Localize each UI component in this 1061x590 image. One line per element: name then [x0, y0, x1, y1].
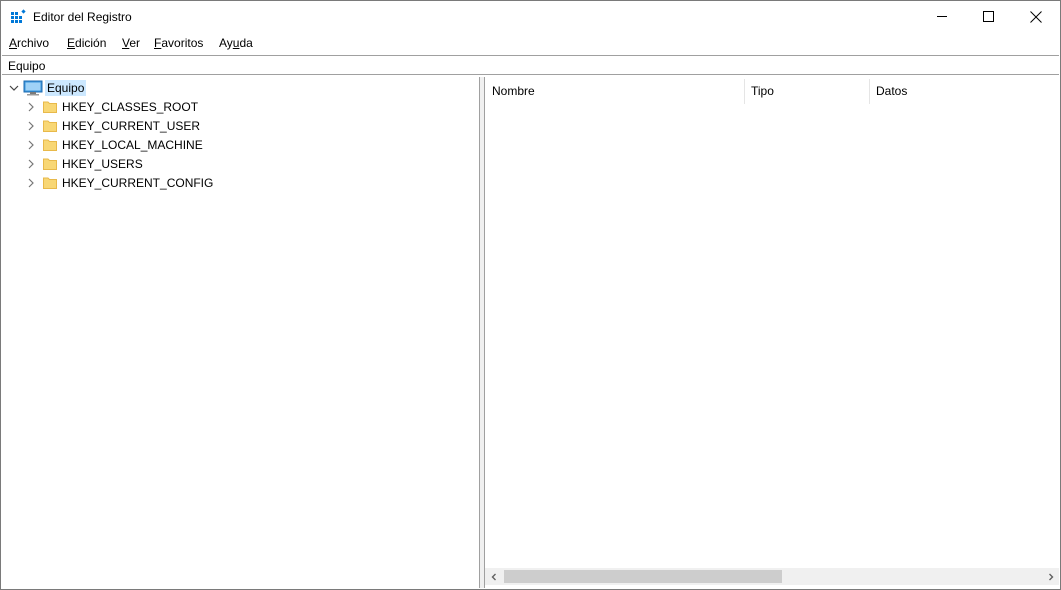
chevron-right-icon[interactable]: [25, 139, 37, 151]
menu-favoritos[interactable]: Favoritos: [154, 36, 203, 50]
minimize-button[interactable]: [919, 1, 965, 32]
menu-edicion-mnemonic: E: [67, 36, 76, 50]
column-header-label: Nombre: [492, 84, 535, 98]
minimize-icon: [936, 16, 947, 17]
menu-edicion[interactable]: Edición: [67, 36, 106, 50]
column-header-datos[interactable]: Datos: [876, 77, 1056, 105]
horizontal-scrollbar[interactable]: [485, 568, 1059, 585]
tree-item-hkey-local-machine[interactable]: HKEY_LOCAL_MACHINE: [25, 135, 203, 154]
menu-ver[interactable]: Ver: [122, 36, 140, 50]
column-divider[interactable]: [744, 79, 745, 104]
close-button[interactable]: [1013, 1, 1059, 32]
values-list-pane[interactable]: Nombre Tipo Datos: [484, 77, 1059, 588]
address-path: Equipo: [8, 59, 46, 73]
column-divider[interactable]: [869, 79, 870, 104]
menu-ayuda-rest: da: [239, 36, 253, 50]
registry-editor-app-icon: [11, 9, 26, 23]
tree-item-hkey-current-config[interactable]: HKEY_CURRENT_CONFIG: [25, 173, 213, 192]
column-header-tipo[interactable]: Tipo: [751, 77, 866, 105]
menu-archivo[interactable]: Archivo: [9, 36, 49, 50]
folder-icon: [43, 101, 57, 113]
folder-icon: [43, 177, 57, 189]
close-icon: [1030, 10, 1042, 23]
tree-item-label: HKEY_USERS: [62, 156, 143, 171]
column-header-label: Datos: [876, 84, 908, 98]
address-bar[interactable]: Equipo: [2, 55, 1059, 75]
tree-item-hkey-current-user[interactable]: HKEY_CURRENT_USER: [25, 116, 200, 135]
chevron-right-icon[interactable]: [25, 101, 37, 113]
chevron-right-icon[interactable]: [25, 158, 37, 170]
menu-ver-rest: er: [129, 36, 141, 50]
menu-ayuda[interactable]: Ayuda: [219, 36, 253, 50]
chevron-right-icon[interactable]: [25, 177, 37, 189]
folder-icon: [43, 120, 57, 132]
menu-favoritos-rest: avoritos: [161, 36, 204, 50]
column-header-nombre[interactable]: Nombre: [492, 77, 742, 105]
chevron-down-icon[interactable]: [8, 82, 20, 94]
tree-item-label: HKEY_LOCAL_MACHINE: [62, 137, 203, 152]
window-title: Editor del Registro: [33, 10, 132, 24]
scroll-right-button[interactable]: [1042, 568, 1059, 585]
chevron-right-icon: [1048, 573, 1053, 580]
menu-ayuda-pre: Ay: [219, 36, 233, 50]
registry-editor-window: Editor del Registro Archivo Edición Ver …: [0, 0, 1061, 590]
tree-item-label: Equipo: [45, 79, 87, 96]
tree-item-label: HKEY_CLASSES_ROOT: [62, 99, 199, 114]
tree-item-hkey-users[interactable]: HKEY_USERS: [25, 154, 143, 173]
tree-item-equipo[interactable]: Equipo: [8, 78, 87, 97]
chevron-right-icon[interactable]: [25, 120, 37, 132]
maximize-icon: [982, 11, 994, 22]
menu-archivo-rest: rchivo: [17, 36, 50, 50]
maximize-button[interactable]: [965, 1, 1011, 32]
folder-icon: [43, 158, 57, 170]
tree-item-label: HKEY_CURRENT_USER: [62, 118, 201, 133]
column-header-label: Tipo: [751, 84, 774, 98]
menu-bar: Archivo Edición Ver Favoritos Ayuda: [1, 33, 1060, 53]
tree-item-hkey-classes-root[interactable]: HKEY_CLASSES_ROOT: [25, 97, 198, 116]
menu-edicion-rest: dición: [75, 36, 107, 50]
tree-pane: Equipo HKEY_CLASSES_ROOT HKEY_CURRENT_US…: [2, 77, 480, 588]
chevron-left-icon: [491, 573, 496, 580]
title-bar[interactable]: Editor del Registro: [1, 1, 1060, 32]
computer-icon: [23, 80, 43, 95]
tree-item-label: HKEY_CURRENT_CONFIG: [62, 175, 214, 190]
scroll-left-button[interactable]: [485, 568, 502, 585]
scroll-thumb[interactable]: [504, 570, 782, 583]
menu-archivo-mnemonic: A: [9, 36, 18, 50]
folder-icon: [43, 139, 57, 151]
